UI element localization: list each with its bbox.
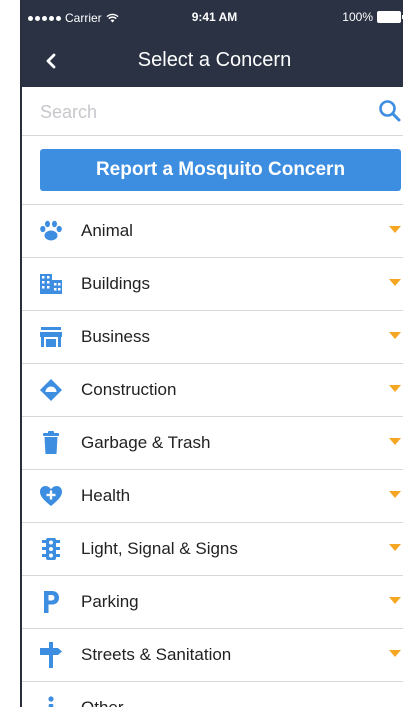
construction-diamond-icon bbox=[38, 378, 64, 402]
search-bar bbox=[22, 87, 403, 136]
search-icon bbox=[379, 100, 401, 122]
list-item-label: Streets & Sanitation bbox=[81, 645, 232, 664]
status-right: 100% bbox=[342, 10, 403, 24]
report-mosquito-button[interactable]: Report a Mosquito Concern bbox=[40, 149, 401, 191]
search-button[interactable] bbox=[377, 98, 403, 126]
caret-down-icon bbox=[389, 597, 401, 604]
list-item-label: Other bbox=[81, 698, 124, 707]
list-item-label: Buildings bbox=[81, 274, 150, 293]
paw-icon bbox=[38, 219, 64, 243]
info-icon bbox=[38, 696, 64, 707]
caret-down-icon bbox=[389, 491, 401, 498]
battery-percent: 100% bbox=[342, 10, 373, 24]
list-item-other[interactable]: Other bbox=[22, 682, 403, 707]
traffic-light-icon bbox=[38, 537, 64, 561]
concern-list: Animal Buildings Business Construction G… bbox=[22, 204, 403, 707]
street-sign-icon bbox=[38, 642, 64, 668]
list-item-health[interactable]: Health bbox=[22, 470, 403, 523]
battery-icon bbox=[377, 11, 403, 23]
list-item-garbage-trash[interactable]: Garbage & Trash bbox=[22, 417, 403, 470]
storefront-icon bbox=[38, 325, 64, 349]
navigation-bar: Select a Concern bbox=[22, 34, 403, 87]
list-item-streets-sanitation[interactable]: Streets & Sanitation bbox=[22, 629, 403, 682]
list-item-parking[interactable]: Parking bbox=[22, 576, 403, 629]
caret-down-icon bbox=[389, 650, 401, 657]
list-item-label: Light, Signal & Signs bbox=[81, 539, 238, 558]
list-item-label: Animal bbox=[81, 221, 133, 240]
caret-down-icon bbox=[389, 438, 401, 445]
building-icon bbox=[38, 272, 64, 296]
trash-can-icon bbox=[38, 431, 64, 455]
list-item-label: Construction bbox=[81, 380, 177, 399]
list-item-label: Garbage & Trash bbox=[81, 433, 211, 452]
page-title: Select a Concern bbox=[137, 49, 292, 71]
phone-screen: Carrier 9:41 AM 100% Select a Concern Se… bbox=[20, 0, 403, 707]
caret-down-icon bbox=[389, 385, 401, 392]
status-bar: Carrier 9:41 AM 100% bbox=[22, 0, 403, 34]
list-item-light-signal-signs[interactable]: Light, Signal & Signs bbox=[22, 523, 403, 576]
parking-icon bbox=[38, 590, 64, 614]
list-item-label: Business bbox=[81, 327, 150, 346]
heart-plus-icon bbox=[38, 484, 64, 508]
list-item-label: Health bbox=[81, 486, 131, 505]
caret-down-icon bbox=[389, 332, 401, 339]
list-item-label: Parking bbox=[81, 592, 139, 611]
list-item-business[interactable]: Business bbox=[22, 311, 403, 364]
list-item-construction[interactable]: Construction bbox=[22, 364, 403, 417]
caret-down-icon bbox=[389, 279, 401, 286]
list-item-buildings[interactable]: Buildings bbox=[22, 258, 403, 311]
caret-down-icon bbox=[389, 226, 401, 233]
list-item-animal[interactable]: Animal bbox=[22, 205, 403, 258]
search-input[interactable] bbox=[38, 97, 362, 127]
caret-down-icon bbox=[389, 544, 401, 551]
